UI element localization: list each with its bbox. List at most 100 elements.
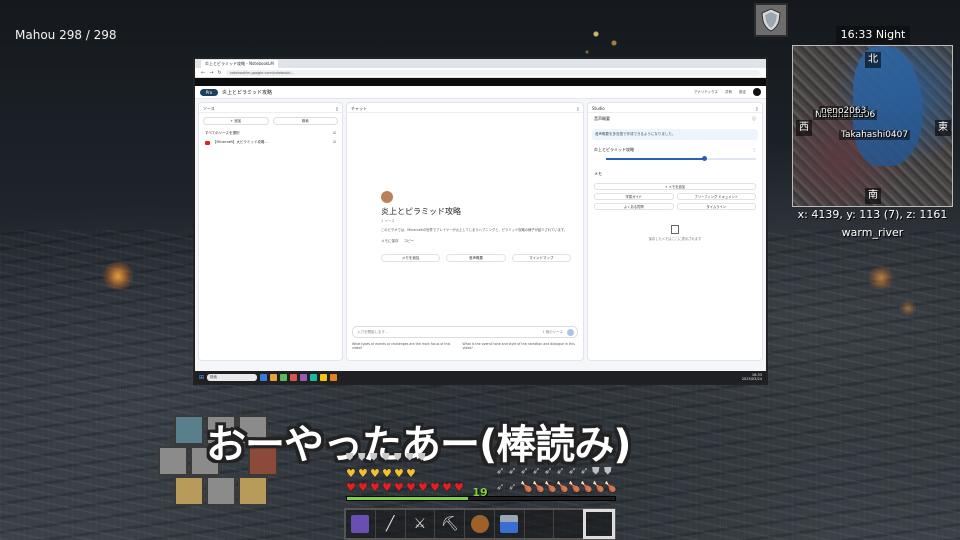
browser-urlbar: ← → ↻ notebooklm.google.com/notebook/... <box>195 68 766 78</box>
suggested-question[interactable]: What types of events or challenges are t… <box>352 342 454 350</box>
hotbar-slot-stick[interactable]: ╱ <box>376 510 406 538</box>
gold-heart-icon: ♥ <box>382 467 392 480</box>
xp-level: 19 <box>472 486 488 499</box>
chat-options-icon[interactable]: ▯ <box>577 106 579 111</box>
reload-icon[interactable]: ↻ <box>217 70 221 76</box>
effect-slot <box>238 476 268 506</box>
timeline-button[interactable]: タイムライン <box>676 203 756 210</box>
studio-pane: Studio ▯ 音声概要 ⓘ 音声概要を多言語で作成できるようになりました。 炎上… <box>587 102 763 361</box>
food-icon: 🍗 <box>580 482 593 493</box>
effect-slot-diamond <box>174 415 204 445</box>
avatar[interactable] <box>753 88 761 96</box>
mindmap-suggestion[interactable]: マインドマップ <box>511 254 571 262</box>
audio-overview-label: 音声概要 <box>594 116 610 121</box>
source-item-label[interactable]: 【Minecraft】大ピラミッド攻略… <box>213 140 268 145</box>
source-checkbox[interactable]: ☑ <box>333 140 336 145</box>
minimap-time: 16:33 Night <box>836 26 910 44</box>
water-bucket-icon <box>500 515 519 533</box>
audio-progress[interactable] <box>606 156 756 161</box>
heart-icon: ♥ <box>394 481 404 494</box>
taskbar-app-icon[interactable] <box>300 373 308 381</box>
food-icon: 🍗 <box>556 482 569 493</box>
bookmark-bar <box>195 78 766 86</box>
add-source-button[interactable]: + 追加 <box>203 117 269 125</box>
xp-fill <box>347 497 468 500</box>
hotbar-slot-bucket[interactable] <box>495 510 525 538</box>
audio-more-icon[interactable]: ⋮ <box>752 147 756 153</box>
heart-icon: ♥ <box>358 481 368 494</box>
hotbar-slot-empty[interactable] <box>525 510 555 538</box>
windows-taskbar: ⊞ 検索 16:33 2025/03/24 <box>195 371 766 383</box>
taskbar-app-icon[interactable] <box>270 373 278 381</box>
save-to-note-button[interactable]: メモに保存 <box>381 239 399 244</box>
food-icon: 🍗 <box>592 482 605 493</box>
suggested-question[interactable]: What is the overall tone and style of th… <box>462 342 578 350</box>
study-guide-button[interactable]: 学習ガイド <box>594 193 674 200</box>
arrow-icon: ➶ <box>520 466 529 477</box>
arrow-icon: ➶ <box>496 466 505 477</box>
food-icon: 🍗 <box>604 482 617 493</box>
info-icon[interactable]: ⓘ <box>752 116 756 122</box>
food-icon: 🍗 <box>532 482 545 493</box>
minimap-west: 西 <box>796 120 812 136</box>
armor-icon: ⛊ <box>370 452 378 463</box>
youtube-icon <box>205 140 210 145</box>
bread-icon <box>470 515 489 533</box>
gold-heart-icon: ♥ <box>406 467 416 480</box>
explore-button[interactable]: 検索 <box>272 117 338 125</box>
browser-tab[interactable]: 炎上とピラミッド攻略 - NotebookLM <box>201 59 278 68</box>
select-all-checkbox[interactable]: ☑ <box>333 131 336 136</box>
chat-title: 炎上とピラミッド攻略 <box>381 207 461 216</box>
hotbar-slot-pickaxe[interactable]: ⛏ <box>435 510 466 538</box>
pickaxe-icon: ⛏ <box>440 516 459 532</box>
analytics-button[interactable]: アナリティクス <box>694 90 718 95</box>
notebooklm-logo[interactable]: Pro <box>200 88 218 96</box>
hotbar-slot-sword[interactable]: ⚔ <box>406 510 436 538</box>
taskbar-clock[interactable]: 16:33 2025/03/24 <box>742 373 762 381</box>
send-icon[interactable] <box>567 329 574 336</box>
taskbar-app-icon[interactable] <box>310 373 318 381</box>
add-note-button[interactable]: + メモを追加 <box>594 183 756 190</box>
taskbar-app-icon[interactable] <box>290 373 298 381</box>
forward-icon[interactable]: → <box>209 70 213 76</box>
hotbar-slot-empty[interactable] <box>554 510 585 538</box>
faq-button[interactable]: よくある質問 <box>594 203 674 210</box>
notes-empty-text: 保存したメモはここに表示されます <box>648 237 702 241</box>
taskbar-app-icon[interactable] <box>260 373 268 381</box>
copy-button[interactable]: コピー <box>404 239 415 244</box>
add-note-suggestion[interactable]: メモを追加 <box>381 254 441 262</box>
gold-heart-icon: ♥ <box>370 467 380 480</box>
chat-input[interactable]: 入力を開始します… 1 個のソース <box>352 326 578 338</box>
notebook-emoji-icon <box>381 191 393 203</box>
food-icon: 🍗 <box>544 482 557 493</box>
lantern-glow <box>100 262 136 290</box>
chat-pane: チャット ▯ 炎上とピラミッド攻略 1 ソース このビデオでは、Minecraft… <box>346 102 584 361</box>
sword-icon: ⚔ <box>413 516 427 532</box>
effect-slot <box>206 476 236 506</box>
briefing-doc-button[interactable]: ブリーフィング ドキュメント <box>676 193 756 200</box>
settings-button[interactable]: 設定 <box>739 90 746 95</box>
notes-header: メモ <box>594 171 602 176</box>
sources-pane: ソース ▯ + 追加 検索 すべてのソースを選択 ☑ 【Minecraft】大ピラミ… <box>198 102 343 361</box>
collapse-icon[interactable]: ▯ <box>336 106 338 111</box>
chat-input-placeholder: 入力を開始します… <box>357 330 389 334</box>
audio-progress-handle[interactable] <box>701 156 707 161</box>
share-button[interactable]: 共有 <box>725 90 732 95</box>
gold-heart-icon: ♥ <box>394 467 404 480</box>
taskbar-app-icon[interactable] <box>320 373 328 381</box>
minimap-south: 南 <box>865 188 881 204</box>
minimap-player-marker: neno2063 <box>819 106 869 116</box>
audio-overview-suggestion[interactable]: 音声概要 <box>446 254 506 262</box>
hotbar-slot-bread[interactable] <box>465 510 495 538</box>
hotbar-slot-book[interactable] <box>346 510 376 538</box>
taskbar-app-icon[interactable] <box>280 373 288 381</box>
heart-icon: ♥ <box>346 481 356 494</box>
taskbar-search[interactable]: 検索 <box>207 373 258 381</box>
windows-start-icon[interactable]: ⊞ <box>199 374 204 381</box>
hotbar-slot-selected[interactable] <box>583 509 616 539</box>
address-bar[interactable]: notebooklm.google.com/notebook/... <box>225 69 760 76</box>
taskbar-app-icon[interactable] <box>330 373 338 381</box>
minimap-player-marker: Takahashi0407 <box>839 130 911 140</box>
studio-collapse-icon[interactable]: ▯ <box>756 106 758 111</box>
back-icon[interactable]: ← <box>201 70 205 76</box>
